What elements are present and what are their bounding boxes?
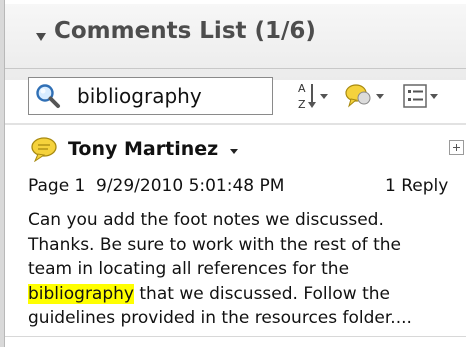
svg-text:Z: Z	[298, 98, 306, 111]
sort-dropdown-arrow-icon	[320, 94, 328, 99]
sort-button[interactable]: A Z	[296, 80, 330, 112]
comment-body-line: guidelines provided in the resources fol…	[28, 308, 412, 328]
bottom-divider	[5, 336, 466, 337]
filter-dropdown-arrow-icon	[376, 94, 384, 99]
comment-timestamp: 9/29/2010 5:01:48 PM	[96, 176, 285, 196]
author-menu-caret-icon[interactable]	[230, 149, 238, 154]
panel-title[interactable]: Comments List (1/6)	[54, 18, 316, 44]
comment-body-line: bibliography that we discussed. Follow t…	[28, 282, 464, 307]
header-divider	[5, 68, 466, 69]
comments-panel: Comments List (1/6) bibliography A Z Ton…	[0, 0, 466, 347]
search-value: bibliography	[77, 84, 202, 108]
search-icon	[36, 84, 60, 108]
expand-comment-icon[interactable]	[449, 140, 464, 155]
comment-filter-icon	[345, 84, 371, 108]
comment-body-line: Thanks. Be sure to work with the rest of…	[28, 234, 401, 255]
options-button[interactable]	[402, 80, 466, 112]
comment-body-line: Can you add the foot notes we discussed.	[28, 210, 384, 230]
sort-icon: A Z	[298, 82, 316, 111]
comment-note-icon	[31, 137, 57, 162]
options-dropdown-arrow-icon	[430, 94, 438, 99]
toolbar-divider	[5, 123, 466, 125]
comment-replies[interactable]: 1 Reply	[385, 176, 448, 196]
comment-body-line: team in locating all references for the	[28, 259, 350, 279]
comment-body: Can you add the foot notes we discussed.…	[28, 208, 464, 331]
search-highlight: bibliography	[28, 283, 134, 304]
svg-text:A: A	[298, 82, 306, 95]
comment-page: Page 1	[28, 176, 86, 196]
search-input[interactable]: bibliography	[28, 77, 273, 115]
comment-body-line-rest: that we discussed. Follow the	[133, 283, 390, 304]
comment-filter-button[interactable]	[344, 80, 386, 112]
options-icon	[403, 84, 427, 108]
collapse-caret-icon[interactable]	[36, 33, 46, 41]
comment-author[interactable]: Tony Martinez	[68, 138, 218, 160]
